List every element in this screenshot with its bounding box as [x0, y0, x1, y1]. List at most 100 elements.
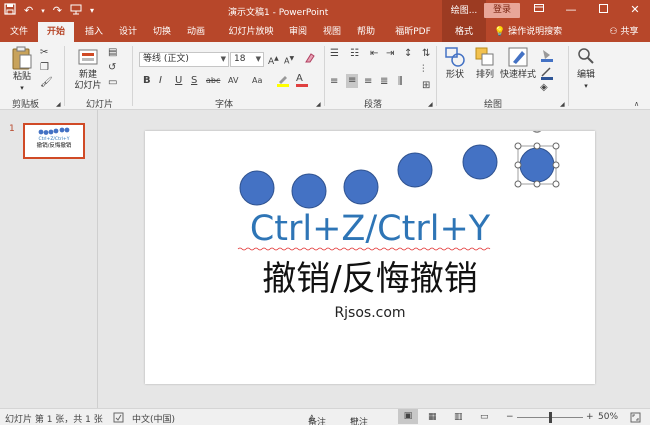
align-text-icon[interactable]: ⫶: [422, 64, 425, 76]
decrease-indent-icon[interactable]: ⇤: [370, 48, 378, 60]
shape-fill-icon[interactable]: [540, 48, 554, 66]
save-icon[interactable]: [4, 3, 16, 19]
paste-label: 粘贴: [12, 72, 31, 82]
tab-help[interactable]: 帮助: [352, 22, 380, 42]
underline-button[interactable]: U: [175, 75, 182, 87]
drawing-launcher-icon[interactable]: ◢: [560, 99, 565, 111]
quick-styles-button[interactable]: 快速样式: [500, 46, 536, 81]
line-spacing-icon[interactable]: ↕: [404, 48, 412, 60]
layout-icon[interactable]: ▤: [108, 47, 117, 59]
align-center-icon[interactable]: ≡: [346, 74, 359, 88]
tab-slideshow[interactable]: 幻灯片放映: [223, 22, 279, 42]
slide-title-shortcut[interactable]: Ctrl+Z/Ctrl+Y: [145, 209, 595, 249]
context-tab-drawing-tools: 绘图...: [442, 0, 486, 22]
align-left-icon[interactable]: ≡: [330, 76, 338, 88]
close-icon[interactable]: ✕: [626, 2, 644, 18]
section-icon[interactable]: ▭: [108, 77, 117, 89]
slideshow-icon[interactable]: [70, 3, 82, 19]
paste-dropdown-icon[interactable]: ▾: [8, 83, 36, 94]
spell-check-icon[interactable]: [113, 412, 124, 425]
bold-button[interactable]: B: [143, 75, 151, 87]
customize-qat-icon[interactable]: ▾: [90, 4, 94, 18]
new-slide-label-1: 新建: [78, 70, 97, 80]
text-direction-icon[interactable]: ⇅: [422, 48, 430, 60]
character-spacing-button[interactable]: AV: [228, 75, 238, 87]
tab-design[interactable]: 设计: [114, 22, 142, 42]
tab-transitions[interactable]: 切换: [148, 22, 176, 42]
language-status[interactable]: 中文(中国): [132, 412, 175, 425]
tab-review[interactable]: 审阅: [284, 22, 312, 42]
undo-dropdown-icon[interactable]: ▾: [41, 4, 45, 18]
editing-button[interactable]: 编辑 ▾: [574, 46, 598, 92]
share-button[interactable]: ⚇ 共享: [604, 22, 644, 42]
fit-to-window-icon[interactable]: [630, 412, 641, 425]
shape-effects-icon[interactable]: ◈: [540, 82, 548, 94]
highlight-color-icon[interactable]: [276, 73, 290, 91]
change-case-button[interactable]: Aa: [252, 75, 262, 87]
font-name-combo[interactable]: 等线 (正文) ▼: [139, 52, 229, 67]
font-launcher-icon[interactable]: ◢: [316, 99, 321, 111]
align-right-icon[interactable]: ≡: [364, 76, 372, 88]
format-painter-icon[interactable]: 🖌: [40, 77, 53, 89]
zoom-slider-thumb[interactable]: [549, 412, 552, 423]
slide-canvas[interactable]: Ctrl+Z/Ctrl+Y 撤销/反悔撤销 Rjsos.com: [145, 131, 595, 384]
quick-styles-label: 快速样式: [500, 70, 537, 80]
login-button[interactable]: 登录: [484, 3, 520, 18]
zoom-in-icon[interactable]: +: [586, 412, 594, 422]
chevron-down-icon: ▼: [220, 55, 226, 63]
copy-icon[interactable]: ❐: [40, 62, 49, 74]
strikethrough-button[interactable]: abc: [206, 75, 220, 87]
reset-icon[interactable]: ↺: [108, 62, 116, 74]
cut-icon[interactable]: ✂: [40, 47, 48, 59]
tab-file[interactable]: 文件: [4, 22, 34, 42]
shapes-button[interactable]: 形状: [442, 46, 468, 81]
shadow-button[interactable]: S: [191, 75, 197, 87]
zoom-level[interactable]: 50%: [598, 412, 618, 422]
paragraph-launcher-icon[interactable]: ◢: [428, 99, 433, 111]
slideshow-view-icon[interactable]: ▭: [480, 412, 489, 422]
separator: [64, 46, 65, 106]
slide-website-text[interactable]: Rjsos.com: [145, 304, 595, 322]
tab-home[interactable]: 开始: [38, 22, 74, 42]
group-label-font: 字体: [215, 100, 234, 110]
group-label-drawing: 绘图: [484, 100, 503, 110]
columns-icon[interactable]: ⫼: [398, 76, 403, 88]
tab-insert[interactable]: 插入: [80, 22, 108, 42]
paste-button[interactable]: 粘贴 ▾: [8, 46, 36, 94]
maximize-icon[interactable]: [594, 2, 612, 18]
undo-icon[interactable]: ↶: [24, 4, 33, 18]
tab-format[interactable]: 格式: [442, 22, 486, 42]
new-slide-button[interactable]: 新建 幻灯片: [70, 46, 106, 92]
slide-thumbnail-1[interactable]: Ctrl+Z/Ctrl+Y 撤销/反悔撤销: [23, 123, 85, 159]
lightbulb-icon: 💡: [494, 27, 506, 37]
thumbnail-line1: Ctrl+Z/Ctrl+Y: [38, 137, 70, 142]
font-color-swatch: [296, 84, 308, 87]
rotate-handle-icon[interactable]: [532, 131, 543, 133]
tab-foxit-pdf[interactable]: 福昕PDF: [388, 22, 438, 42]
decrease-font-icon[interactable]: A▼: [284, 53, 294, 68]
redo-icon[interactable]: ↷: [53, 4, 62, 18]
font-color-button[interactable]: A: [296, 73, 308, 87]
group-label-slides: 幻灯片: [86, 100, 114, 110]
arrange-button[interactable]: 排列: [472, 46, 498, 81]
zoom-out-icon[interactable]: −: [506, 412, 514, 422]
normal-view-icon[interactable]: ▣: [398, 409, 418, 424]
smartart-icon[interactable]: ⊞: [422, 80, 430, 92]
bullets-icon[interactable]: ☰: [330, 48, 339, 60]
minimize-icon[interactable]: —: [562, 2, 580, 18]
collapse-ribbon-icon[interactable]: ∧: [634, 98, 639, 110]
slide-sorter-icon[interactable]: ▦: [428, 412, 437, 422]
increase-font-icon[interactable]: A▲: [268, 53, 279, 68]
tab-animations[interactable]: 动画: [182, 22, 210, 42]
increase-indent-icon[interactable]: ⇥: [386, 48, 394, 60]
font-size-combo[interactable]: 18 ▼: [230, 52, 264, 67]
italic-button[interactable]: I: [159, 75, 162, 87]
numbering-icon[interactable]: ☷: [350, 48, 359, 60]
tab-view[interactable]: 视图: [318, 22, 346, 42]
tell-me-search[interactable]: 💡 操作说明搜索: [494, 22, 574, 42]
reading-view-icon[interactable]: ▥: [454, 412, 463, 422]
justify-icon[interactable]: ≣: [380, 76, 388, 88]
ribbon-display-options-icon[interactable]: [530, 2, 548, 18]
clear-formatting-icon[interactable]: [304, 52, 316, 68]
slide-subtitle-chinese[interactable]: 撤销/反悔撤销: [145, 259, 595, 299]
